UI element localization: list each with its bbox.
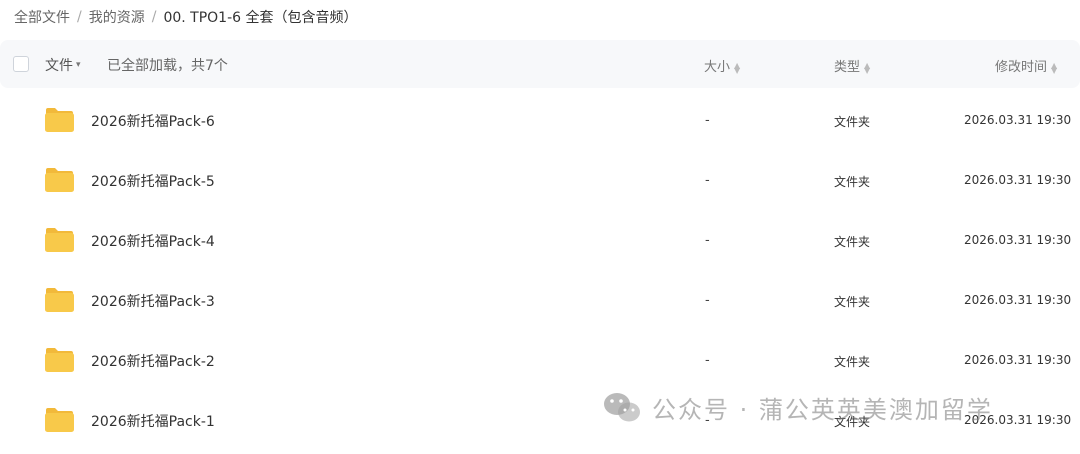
table-row[interactable]: 2026新托福Pack-5 - 文件夹 2026.03.31 19:30	[0, 151, 1080, 211]
column-header-modified-time[interactable]: 修改时间 ▲ ▼	[995, 56, 1057, 75]
folder-icon	[45, 228, 74, 252]
file-name[interactable]: 2026新托福Pack-5	[91, 171, 215, 191]
file-size: -	[705, 233, 710, 248]
wechat-icon	[604, 392, 640, 421]
folder-icon	[45, 108, 74, 132]
watermark-text: 公众号 · 蒲公英英美澳加留学	[652, 396, 993, 424]
select-all-checkbox[interactable]	[13, 56, 29, 72]
load-status-text: 已全部加载，共7个	[107, 58, 228, 74]
file-size: -	[705, 293, 710, 308]
file-name[interactable]: 2026新托福Pack-6	[91, 111, 215, 131]
file-name[interactable]: 2026新托福Pack-3	[91, 291, 215, 311]
file-size: -	[705, 353, 710, 368]
sort-icon: ▲ ▼	[864, 60, 871, 75]
column-header-size[interactable]: 大小 ▲ ▼	[704, 56, 740, 75]
column-header-type[interactable]: 类型 ▲ ▼	[834, 56, 870, 75]
file-size: -	[705, 113, 710, 128]
folder-icon	[45, 288, 74, 312]
file-size: -	[705, 173, 710, 188]
breadcrumb-separator: /	[151, 9, 157, 25]
chevron-down-icon: ▾	[76, 60, 81, 70]
sort-icon: ▲ ▼	[734, 60, 741, 75]
column-name-label: 文件	[45, 58, 73, 74]
file-name[interactable]: 2026新托福Pack-1	[91, 411, 215, 431]
sort-icon: ▲ ▼	[1051, 60, 1058, 75]
file-modified-time: 2026.03.31 19:30	[964, 293, 1072, 307]
column-header-name[interactable]: 文件 ▾	[45, 55, 81, 75]
breadcrumb-separator: /	[77, 9, 82, 25]
folder-icon	[45, 408, 74, 432]
file-name[interactable]: 2026新托福Pack-2	[91, 351, 215, 371]
file-type: 文件夹	[834, 295, 871, 309]
file-modified-time: 2026.03.31 19:30	[964, 233, 1072, 247]
file-modified-time: 2026.03.31 19:30	[964, 113, 1072, 127]
breadcrumb-my-resources[interactable]: 我的资源	[89, 7, 145, 27]
breadcrumb: 全部文件 / 我的资源 / 00. TPO1-6 全套（包含音频）	[14, 6, 357, 28]
column-time-label: 修改时间	[995, 60, 1048, 75]
table-row[interactable]: 2026新托福Pack-3 - 文件夹 2026.03.31 19:30	[0, 271, 1080, 331]
file-type: 文件夹	[834, 175, 871, 189]
table-row[interactable]: 2026新托福Pack-6 - 文件夹 2026.03.31 19:30	[0, 91, 1080, 151]
file-type: 文件夹	[834, 115, 871, 129]
table-row[interactable]: 2026新托福Pack-4 - 文件夹 2026.03.31 19:30	[0, 211, 1080, 271]
folder-icon	[45, 168, 74, 192]
column-size-label: 大小	[704, 60, 731, 75]
file-type: 文件夹	[834, 235, 871, 249]
table-row[interactable]: 2026新托福Pack-2 - 文件夹 2026.03.31 19:30	[0, 331, 1080, 391]
file-list-header: 文件 ▾ 已全部加载，共7个 大小 ▲ ▼ 类型 ▲ ▼ 修改时间 ▲ ▼	[0, 40, 1080, 88]
watermark: 公众号 · 蒲公英英美澳加留学	[602, 390, 993, 425]
file-modified-time: 2026.03.31 19:30	[964, 173, 1072, 187]
folder-icon	[45, 348, 74, 372]
breadcrumb-current-folder: 00. TPO1-6 全套（包含音频）	[163, 10, 358, 26]
column-type-label: 类型	[834, 60, 861, 75]
file-type: 文件夹	[834, 355, 871, 369]
file-name[interactable]: 2026新托福Pack-4	[91, 231, 215, 251]
file-modified-time: 2026.03.31 19:30	[964, 353, 1072, 367]
breadcrumb-all-files[interactable]: 全部文件	[14, 7, 70, 27]
